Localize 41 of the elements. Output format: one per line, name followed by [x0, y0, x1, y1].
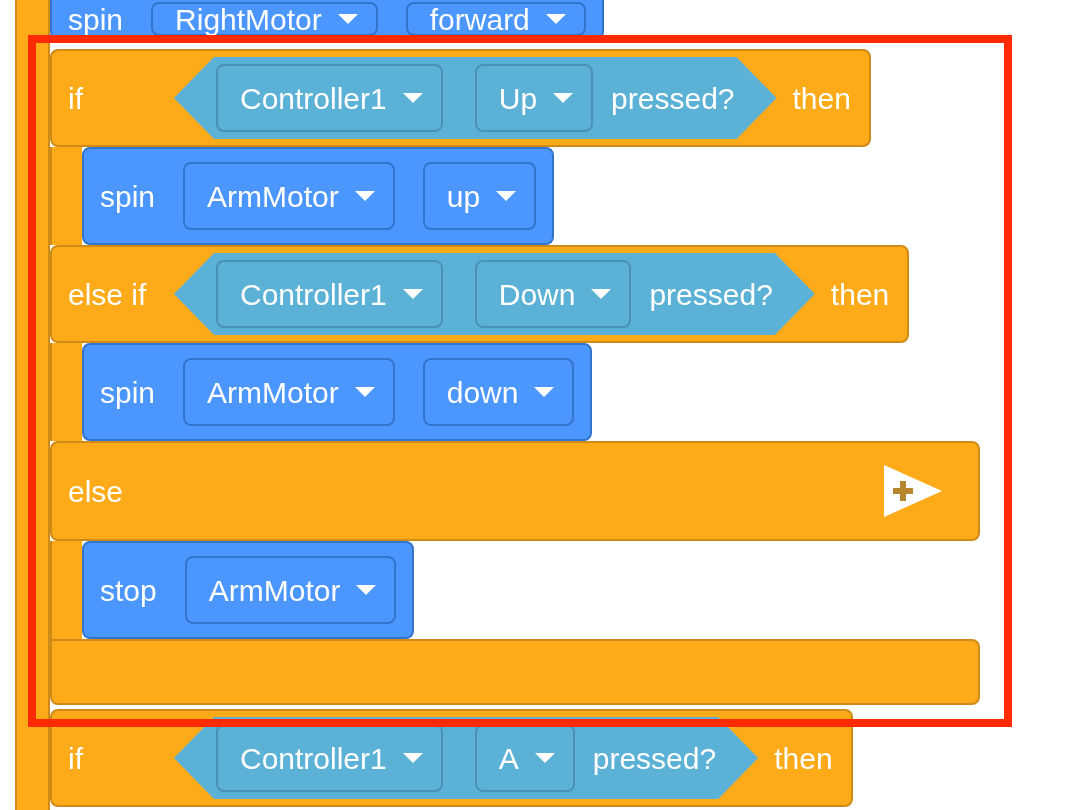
dropdown-field[interactable]: Controller1: [216, 724, 443, 792]
dropdown-field[interactable]: ArmMotor: [183, 162, 395, 230]
condition-label: pressed?: [649, 276, 773, 313]
dropdown-field[interactable]: Down: [474, 260, 632, 328]
caret-icon: [354, 191, 375, 201]
caret-icon: [354, 387, 375, 397]
caret-icon: [356, 585, 377, 595]
dropdown-field[interactable]: ArmMotor: [184, 556, 397, 624]
caret-icon: [553, 93, 574, 103]
dropdown-field[interactable]: Controller1: [216, 64, 443, 132]
dropdown-field[interactable]: Controller1: [216, 260, 443, 328]
dropdown-field[interactable]: ArmMotor: [183, 358, 395, 426]
dropdown-field[interactable]: up: [422, 162, 537, 230]
caret-icon: [402, 753, 423, 763]
caret-icon: [496, 191, 517, 201]
block-label: spin: [68, 1, 124, 38]
block-label: if: [68, 740, 84, 777]
block-label: else: [68, 473, 124, 510]
dropdown-field[interactable]: Up: [474, 64, 594, 132]
block-label: spin: [100, 374, 156, 411]
caret-icon: [545, 14, 566, 24]
block-label: then: [774, 740, 833, 777]
block-label: stop: [100, 572, 157, 609]
block-label: then: [792, 80, 851, 117]
block-label: if: [68, 80, 84, 117]
block-label: then: [830, 276, 890, 313]
caret-icon: [534, 753, 555, 763]
caret-icon: [591, 289, 612, 299]
caret-icon: [402, 93, 423, 103]
caret-icon: [402, 289, 423, 299]
caret-icon: [534, 387, 555, 397]
condition-label: pressed?: [592, 740, 717, 777]
dropdown-field[interactable]: RightMotor: [151, 2, 378, 36]
dropdown-field[interactable]: A: [474, 724, 575, 792]
block-label: spin: [100, 178, 156, 215]
caret-icon: [337, 14, 358, 24]
block-label: else if: [68, 276, 148, 313]
condition-label: pressed?: [611, 80, 735, 117]
dropdown-field[interactable]: down: [422, 358, 575, 426]
add-branch-icon[interactable]: [884, 465, 942, 517]
dropdown-field[interactable]: forward: [405, 2, 586, 36]
